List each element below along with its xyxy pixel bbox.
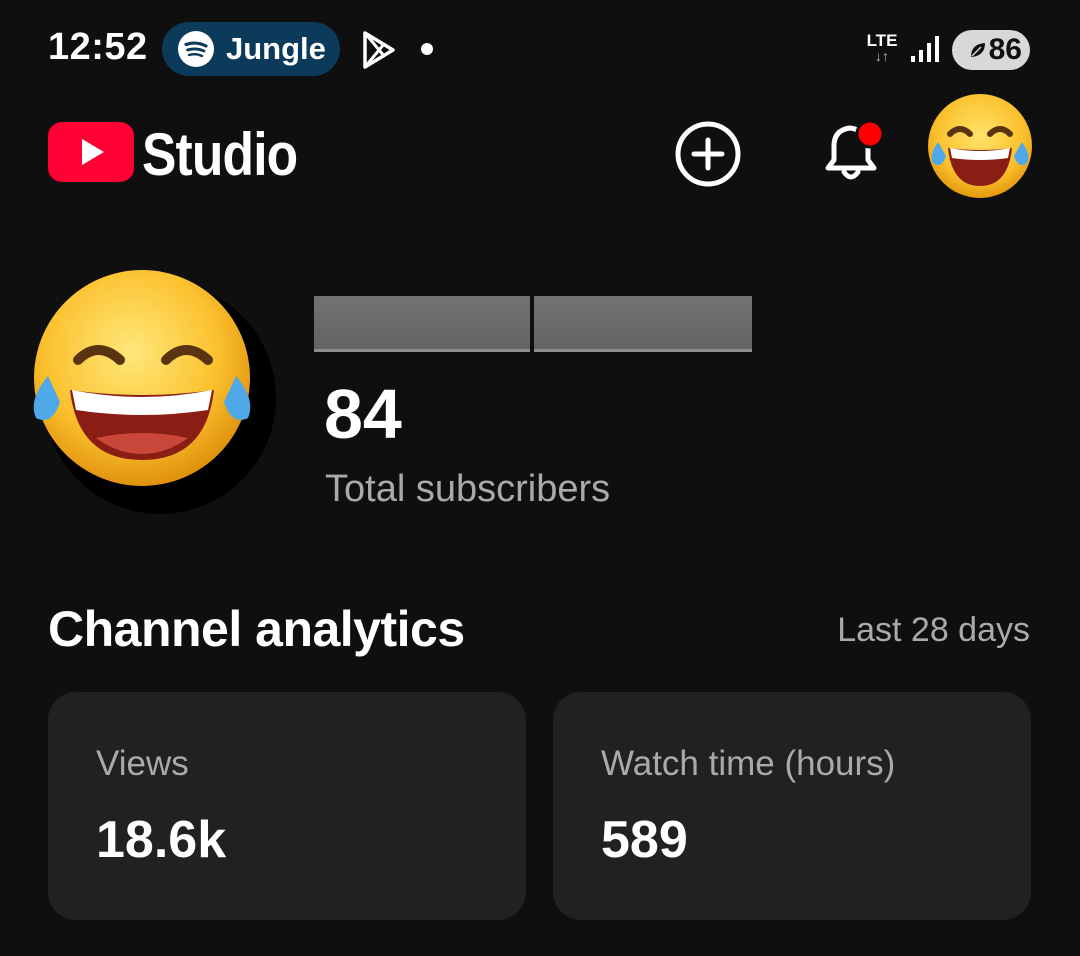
signal-bars-icon <box>911 36 939 62</box>
subscriber-count: 84 <box>324 375 402 453</box>
analytics-title: Channel analytics <box>48 601 465 657</box>
media-pill[interactable]: Jungle <box>162 22 340 76</box>
youtube-logo-icon[interactable] <box>48 122 134 182</box>
create-plus-icon[interactable] <box>674 120 742 188</box>
media-pill-label: Jungle <box>226 31 326 66</box>
subscriber-label: Total subscribers <box>325 468 611 510</box>
channel-avatar-emoji-icon[interactable] <box>26 268 278 516</box>
watch-time-label: Watch time (hours) <box>601 744 896 783</box>
leaf-icon <box>970 43 985 57</box>
data-arrows-icon: ↓↑ <box>875 48 889 64</box>
spotify-icon <box>178 31 214 67</box>
app-title: Studio <box>142 121 298 188</box>
youtube-studio-screen: 12:52 Jungle LTE ↓↑ 86 Studio 84 Total s… <box>0 0 1080 956</box>
notification-dot-icon <box>421 43 433 55</box>
network-type: LTE <box>866 31 898 50</box>
watch-time-card[interactable]: Watch time (hours) 589 <box>553 692 1031 920</box>
bell-icon[interactable] <box>818 116 888 188</box>
redaction-block <box>314 296 530 352</box>
account-avatar-emoji-icon[interactable] <box>924 90 1036 202</box>
battery-indicator: 86 <box>952 30 1030 70</box>
channel-name-redacted <box>314 296 752 352</box>
redaction-block <box>534 296 752 352</box>
views-card[interactable]: Views 18.6k <box>48 692 526 920</box>
status-time: 12:52 <box>48 26 148 68</box>
status-bar: 12:52 Jungle LTE ↓↑ 86 <box>0 0 1080 100</box>
lte-indicator: LTE ↓↑ <box>864 32 900 68</box>
views-label: Views <box>96 744 189 783</box>
app-header: Studio <box>0 94 1080 210</box>
analytics-period: Last 28 days <box>837 611 1030 649</box>
play-store-icon <box>363 31 395 69</box>
battery-level: 86 <box>988 33 1022 66</box>
views-value: 18.6k <box>96 811 227 869</box>
watch-time-value: 589 <box>601 811 688 869</box>
